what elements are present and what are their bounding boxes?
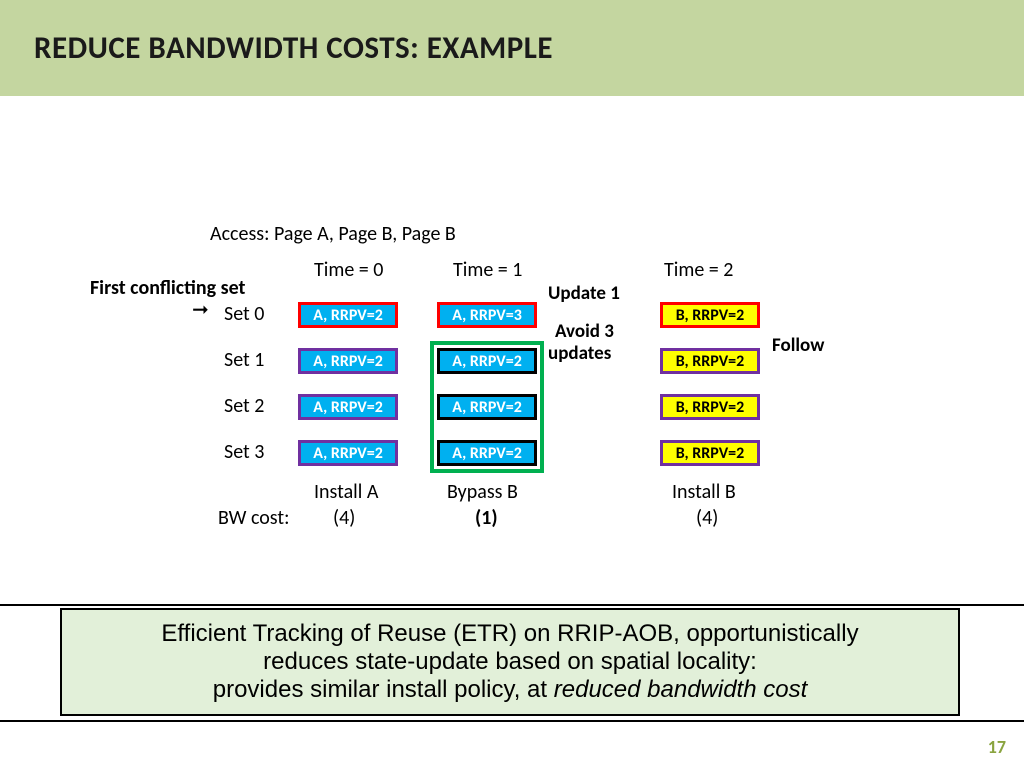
divider-bottom <box>0 720 1024 722</box>
bw-cost-0: (4) <box>333 506 355 530</box>
footer-line-1b: reduces state-update based on spatial lo… <box>263 648 757 675</box>
cell-t0-s3: A, RRPV=2 <box>298 440 398 466</box>
cell-t0-s2: A, RRPV=2 <box>298 394 398 420</box>
set-0-label: Set 0 <box>224 302 264 326</box>
action-install-a: Install A <box>314 480 378 504</box>
cell-t1-s0: A, RRPV=3 <box>437 302 537 328</box>
access-line: Access: Page A, Page B, Page B <box>210 222 456 246</box>
footer-line-1a: Efficient Tracking of Reuse (ETR) on RRI… <box>161 620 858 647</box>
cell-t2-s2: B, RRPV=2 <box>660 394 760 420</box>
time-2-label: Time = 2 <box>664 258 733 282</box>
bw-cost-2: (4) <box>696 506 718 530</box>
cell-t2-s3: B, RRPV=2 <box>660 440 760 466</box>
time-0-label: Time = 0 <box>314 258 383 282</box>
footer-line-2b: reduced bandwidth cost <box>554 676 808 703</box>
avoid-3-note-a: Avoid 3 <box>555 320 614 343</box>
action-install-b: Install B <box>672 480 736 504</box>
divider-top <box>0 604 1024 606</box>
slide-body: Access: Page A, Page B, Page B First con… <box>0 0 1024 768</box>
action-bypass-b: Bypass B <box>447 480 518 504</box>
follow-note: Follow <box>772 334 824 357</box>
green-highlight-box <box>430 341 544 473</box>
bw-cost-label: BW cost: <box>218 506 289 530</box>
time-1-label: Time = 1 <box>453 258 522 282</box>
cell-t2-s1: B, RRPV=2 <box>660 348 760 374</box>
cell-t0-s1: A, RRPV=2 <box>298 348 398 374</box>
footer-summary: Efficient Tracking of Reuse (ETR) on RRI… <box>60 608 960 716</box>
cell-t0-s0: A, RRPV=2 <box>298 302 398 328</box>
update-1-note: Update 1 <box>548 282 620 305</box>
footer-line-2a: provides similar install policy, at <box>213 676 554 703</box>
arrow-icon: ➞ <box>192 300 209 320</box>
set-2-label: Set 2 <box>224 394 264 418</box>
set-1-label: Set 1 <box>224 348 264 372</box>
page-number: 17 <box>988 736 1006 758</box>
avoid-3-note-b: updates <box>548 342 611 365</box>
set-3-label: Set 3 <box>224 440 264 464</box>
first-conflicting-set-label: First conflicting set <box>90 276 245 300</box>
bw-cost-1: (1) <box>475 506 498 530</box>
cell-t2-s0: B, RRPV=2 <box>660 302 760 328</box>
